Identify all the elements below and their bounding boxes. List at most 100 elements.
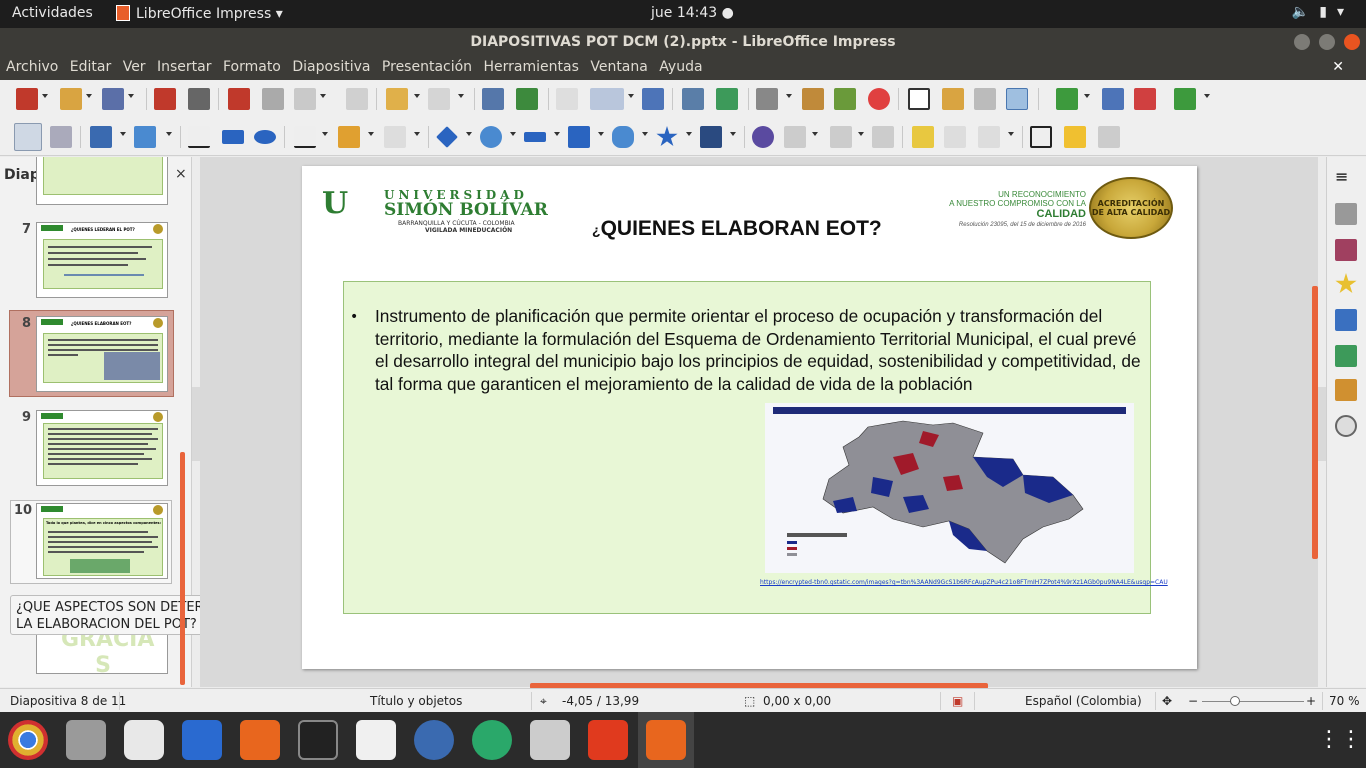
menu-ver[interactable]: Ver [117,56,146,75]
align-icon[interactable] [784,126,806,148]
maximize-button[interactable] [1319,34,1336,50]
menu-editar[interactable]: Editar [64,56,111,75]
align-dropdown-icon[interactable] [812,132,818,136]
new-dropdown-icon[interactable] [42,94,48,98]
slide-transition-icon[interactable] [1335,309,1357,331]
clock[interactable]: jue 14:43 ● [651,5,734,21]
hyperlink-icon[interactable] [974,88,996,110]
paste-icon[interactable] [294,88,316,110]
filter-dropdown-icon[interactable] [1008,132,1014,136]
open-dropdown-icon[interactable] [86,94,92,98]
software-center-icon[interactable] [240,720,280,760]
basic-shapes-dropdown-icon[interactable] [466,132,472,136]
save-dropdown-icon[interactable] [128,94,134,98]
cut-icon[interactable] [228,88,250,110]
slide-title[interactable]: ¿QUIENES ELABORAN EOT? [592,217,882,241]
atom-icon[interactable] [472,720,512,760]
chart-icon[interactable] [868,88,890,110]
shadow-icon[interactable] [912,126,934,148]
system-tray[interactable]: 🔈▮▾ [1292,4,1354,20]
grid-icon[interactable] [556,88,578,110]
display-grid-icon[interactable] [1006,88,1028,110]
ellipse-icon[interactable] [254,130,276,144]
export-pdf-icon[interactable] [154,88,176,110]
media-icon[interactable] [834,88,856,110]
fill-color-icon[interactable] [134,126,156,148]
navigator-icon[interactable] [1335,415,1357,437]
toggle-extrusion-icon[interactable] [1098,126,1120,148]
close-document-icon[interactable]: ✕ [1332,59,1344,75]
open-icon[interactable] [60,88,82,110]
curve-icon[interactable] [338,126,360,148]
duplicate-slide-icon[interactable] [1102,88,1124,110]
views-dropdown-icon[interactable] [628,94,634,98]
3d-objects-dropdown-icon[interactable] [730,132,736,136]
start-from-current-icon[interactable] [716,88,738,110]
spelling-icon[interactable] [516,88,538,110]
points-icon[interactable] [1030,126,1052,148]
map-source-link[interactable]: https://encrypted-tbn0.gstatic.com/image… [760,579,1168,586]
fontwork-icon[interactable] [942,88,964,110]
menu-archivo[interactable]: Archivo [0,56,58,75]
chrome-icon[interactable] [8,720,48,760]
slide-thumbnail-6[interactable] [36,157,168,205]
new-presentation-icon[interactable] [16,88,38,110]
zoom-level[interactable]: 70 % [1329,694,1360,708]
table-dropdown-icon[interactable] [786,94,792,98]
filter-icon[interactable] [978,126,1000,148]
menu-herramientas[interactable]: Herramientas [478,56,579,75]
find-replace-icon[interactable] [482,88,504,110]
symbol-shapes-dropdown-icon[interactable] [510,132,516,136]
properties-icon[interactable] [1335,203,1357,225]
stars-dropdown-icon[interactable] [686,132,692,136]
copy-icon[interactable] [262,88,284,110]
undo-dropdown-icon[interactable] [414,94,420,98]
files-icon[interactable] [66,720,106,760]
connector-dropdown-icon[interactable] [414,132,420,136]
clone-formatting-icon[interactable] [346,88,368,110]
slides-pane-scrollbar[interactable] [180,452,185,685]
gallery-icon[interactable] [1335,379,1357,401]
distribute-icon[interactable] [872,126,894,148]
zoom-in-button[interactable]: + [1306,694,1316,708]
block-arrows-dropdown-icon[interactable] [554,132,560,136]
crop-icon[interactable] [944,126,966,148]
menu-ayuda[interactable]: Ayuda [653,56,702,75]
terminal-icon[interactable] [298,720,338,760]
undo-icon[interactable] [386,88,408,110]
slide-canvas[interactable]: U UNIVERSIDAD SIMÓN BOLÍVAR BARRANQUILLA… [302,166,1197,669]
arrange-dropdown-icon[interactable] [858,132,864,136]
symbol-shapes-icon[interactable] [480,126,502,148]
delete-slide-icon[interactable] [1134,88,1156,110]
image-icon[interactable] [802,88,824,110]
basic-shapes-icon[interactable] [436,126,458,148]
pane-collapse-handle[interactable] [192,387,200,461]
slide-thumbnail-7[interactable]: ¿QUIENES LEDERAN EL POT? [36,222,168,298]
stars-icon[interactable] [656,126,678,147]
redo-dropdown-icon[interactable] [458,94,464,98]
block-arrows-icon[interactable] [524,132,546,142]
styles-icon[interactable] [1335,345,1357,367]
slide-thumbnail-10[interactable]: Todo lo que plantea, dice en cinco aspec… [36,503,168,579]
paste-dropdown-icon[interactable] [320,94,326,98]
glue-points-icon[interactable] [1064,126,1086,148]
menu-formato[interactable]: Formato [217,56,281,75]
content-text-box[interactable]: • Instrumento de planificación que permi… [343,281,1168,614]
lines-arrows-dropdown-icon[interactable] [322,132,328,136]
close-window-button[interactable] [1344,34,1360,50]
writer-icon[interactable] [182,720,222,760]
connector-icon[interactable] [384,126,406,148]
start-from-first-icon[interactable] [682,88,704,110]
zoom-out-button[interactable]: − [1188,694,1198,708]
master-slide-icon[interactable] [642,88,664,110]
redo-icon[interactable] [428,88,450,110]
new-slide-icon[interactable] [1056,88,1078,110]
menu-diapositiva[interactable]: Diapositiva [286,56,370,75]
display-views-icon[interactable] [590,88,624,110]
print-icon[interactable] [188,88,210,110]
flowchart-icon[interactable] [568,126,590,148]
show-apps-icon[interactable]: ⋮⋮⋮ [1318,720,1366,760]
curve-dropdown-icon[interactable] [368,132,374,136]
fill-color-dropdown-icon[interactable] [166,132,172,136]
save-icon[interactable] [102,88,124,110]
